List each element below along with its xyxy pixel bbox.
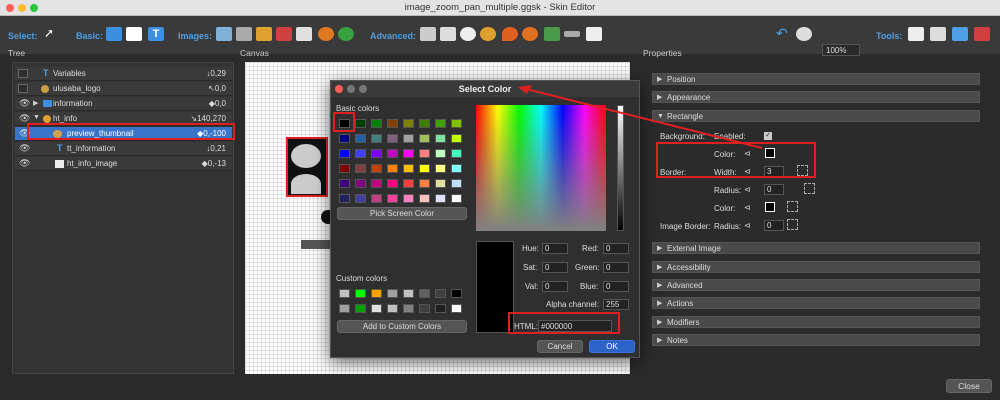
annotation-arrow — [518, 85, 763, 149]
close-button[interactable]: Close — [946, 379, 992, 393]
